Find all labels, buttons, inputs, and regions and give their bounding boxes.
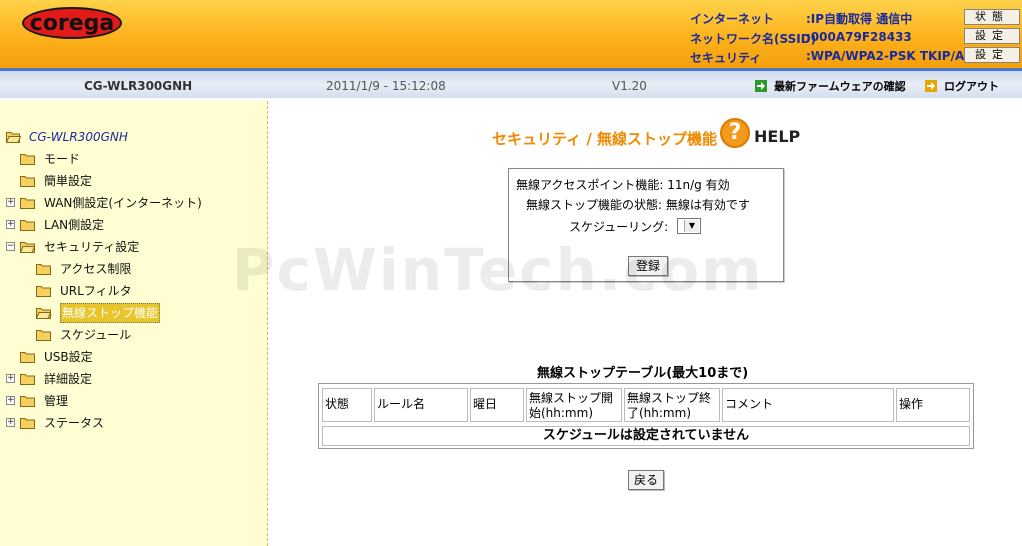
sidebar-item-label: LAN側設定 <box>44 218 105 232</box>
folder-open-icon <box>20 242 35 253</box>
security-value: :WPA/WPA2-PSK TKIP/AES <box>806 49 982 63</box>
sidebar-item-label: 簡単設定 <box>44 174 93 188</box>
back-button[interactable]: 戻る <box>628 470 664 490</box>
green-arrow-icon <box>755 80 767 92</box>
sidebar-tree: CG-WLR300GNH モード簡単設定 + WAN側設定(インターネット) + LAN… <box>0 101 268 546</box>
logout-label: ログアウト <box>944 80 999 93</box>
col-status: 状態 <box>322 388 372 422</box>
info-bar: CG-WLR300GNH 2011/1/9 - 15:12:08 V1.20 最… <box>0 68 1022 98</box>
folder-icon <box>20 220 35 231</box>
sidebar-item-label: セキュリティ設定 <box>44 240 140 254</box>
folder-icon <box>20 418 35 429</box>
datetime: 2011/1/9 - 15:12:08 <box>326 79 446 93</box>
folder-icon <box>20 176 35 187</box>
sidebar-item-label: モード <box>44 152 81 166</box>
sidebar-item-label: USB設定 <box>44 350 93 364</box>
scheduling-select[interactable]: ▼ <box>677 218 701 234</box>
ssid-value: :000A79F28433 <box>806 30 912 44</box>
col-comment: コメント <box>722 388 894 422</box>
chevron-down-icon: ▼ <box>684 220 699 232</box>
stop-table-title: 無線ストップテーブル(最大10まで) <box>537 366 749 381</box>
folder-icon <box>36 264 51 275</box>
sidebar-item-label: 管理 <box>44 394 69 408</box>
firmware-check-link[interactable]: 最新ファームウェアの確認 <box>755 78 906 94</box>
col-day: 曜日 <box>470 388 524 422</box>
scheduling-label: スケジューリング: <box>569 220 669 234</box>
security-settings-button[interactable]: 設定 <box>964 47 1020 63</box>
wireless-stop-table: 状態 ルール名 曜日 無線ストップ開始(hh:mm) 無線ストップ終了(hh:m… <box>318 383 974 449</box>
folder-open-icon <box>6 132 21 143</box>
top-header: corega インターネット :IP自動取得 通信中 状態 ネットワーク名(SS… <box>0 0 1022 68</box>
ssid-settings-button[interactable]: 設定 <box>964 28 1020 44</box>
col-action: 操作 <box>896 388 970 422</box>
help-label[interactable]: HELP <box>754 127 800 146</box>
model-name: CG-WLR300GNH <box>84 79 193 93</box>
security-label: セキュリティ <box>690 51 762 65</box>
sidebar-item-label: URLフィルタ <box>60 284 132 298</box>
tree-expander-icon[interactable]: − <box>6 242 15 251</box>
page-title: セキュリティ / 無線ストップ機能 <box>492 130 718 148</box>
sidebar-item-label: アクセス制限 <box>60 262 132 276</box>
yellow-arrow-icon <box>925 80 937 92</box>
folder-icon <box>20 198 35 209</box>
tree-expander-icon[interactable]: + <box>6 198 15 207</box>
tree-expander-icon[interactable]: + <box>6 396 15 405</box>
internet-label: インターネット <box>690 12 775 26</box>
ssid-label: ネットワーク名(SSID) <box>690 32 817 46</box>
firmware-check-label: 最新ファームウェアの確認 <box>774 80 906 93</box>
firmware-version: V1.20 <box>612 79 647 93</box>
sidebar-item-label: 詳細設定 <box>44 372 93 386</box>
status-button[interactable]: 状態 <box>964 9 1020 25</box>
tree-expander-icon[interactable]: + <box>6 374 15 383</box>
tree-expander-icon[interactable]: + <box>6 418 15 427</box>
folder-icon <box>20 154 35 165</box>
sidebar-item-label: スケジュール <box>60 328 132 342</box>
tree-expander-icon[interactable]: + <box>6 220 15 229</box>
internet-value: :IP自動取得 通信中 <box>806 12 913 26</box>
tree-root-label: CG-WLR300GNH <box>29 130 128 144</box>
sidebar-item-label: ステータス <box>44 416 105 430</box>
empty-table-message: スケジュールは設定されていません <box>322 426 970 446</box>
col-rule-name: ルール名 <box>374 388 468 422</box>
wireless-stop-status: 無線ストップ機能の状態: 無線は有効です <box>526 198 750 212</box>
ap-function-status: 無線アクセスポイント機能: 11n/g 有効 <box>516 178 730 192</box>
sidebar-item-label: WAN側設定(インターネット) <box>44 196 202 210</box>
col-stop-start: 無線ストップ開始(hh:mm) <box>526 388 622 422</box>
folder-icon <box>36 286 51 297</box>
folder-icon <box>20 352 35 363</box>
folder-icon <box>36 330 51 341</box>
logout-link[interactable]: ログアウト <box>925 78 999 94</box>
col-stop-end: 無線ストップ終了(hh:mm) <box>624 388 720 422</box>
help-icon[interactable]: ? <box>720 118 750 148</box>
watermark: PcWinTech.com <box>232 236 764 304</box>
folder-open-icon <box>36 308 51 319</box>
folder-icon <box>20 374 35 385</box>
sidebar-item-label: 無線ストップ機能 <box>60 303 161 323</box>
corega-logo: corega <box>22 7 122 39</box>
folder-icon <box>20 396 35 407</box>
